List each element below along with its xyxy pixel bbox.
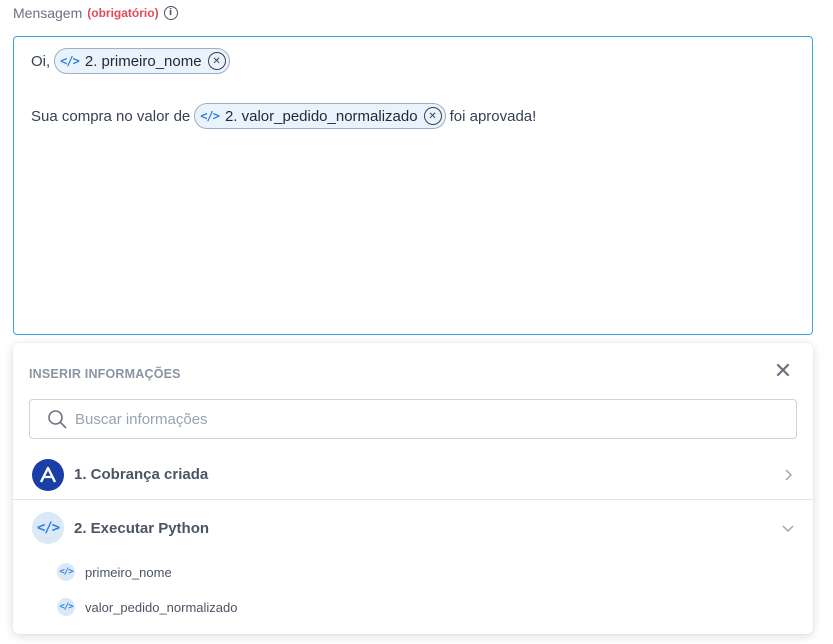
- code-icon: </>: [60, 54, 80, 68]
- editor-line-2: Sua compra no valor de </> 2. valor_pedi…: [31, 103, 536, 129]
- close-circle-icon[interactable]: ✕: [207, 52, 226, 70]
- field-label-text: Mensagem: [13, 5, 83, 21]
- variable-chip-primeiro-nome[interactable]: </> 2. primeiro_nome ✕: [54, 48, 230, 74]
- field-item-primeiro-nome[interactable]: </> primeiro_nome: [57, 563, 172, 581]
- field-item-label: valor_pedido_normalizado: [85, 599, 238, 615]
- step-executar-python[interactable]: </> 2. Executar Python: [13, 503, 813, 553]
- line-2-suffix: foi aprovada!: [449, 107, 537, 125]
- field-item-valor-pedido[interactable]: </> valor_pedido_normalizado: [57, 598, 238, 616]
- close-icon[interactable]: ✕: [773, 359, 793, 384]
- message-field-label: Mensagem (obrigatório) i: [13, 5, 178, 21]
- app-logo-icon: [32, 458, 64, 491]
- chip-label: 2. valor_pedido_normalizado: [224, 107, 418, 125]
- step-label: 2. Executar Python: [74, 519, 210, 537]
- step-cobranca-criada[interactable]: 1. Cobrança criada: [13, 450, 813, 500]
- variable-chip-valor-pedido[interactable]: </> 2. valor_pedido_normalizado ✕: [194, 103, 446, 129]
- code-icon: </>: [32, 512, 64, 544]
- line-1-prefix: Oi,: [31, 52, 51, 70]
- chip-label: 2. primeiro_nome: [84, 52, 202, 70]
- step-label: 1. Cobrança criada: [74, 466, 209, 483]
- search-input[interactable]: [75, 410, 755, 428]
- line-2-prefix: Sua compra no valor de: [31, 107, 191, 125]
- chevron-down-icon: [782, 525, 794, 532]
- search-box: [29, 399, 797, 439]
- editor-line-1: Oi, </> 2. primeiro_nome ✕: [31, 48, 234, 74]
- panel-title: INSERIR INFORMAÇÕES: [29, 367, 181, 381]
- message-editor[interactable]: Oi, </> 2. primeiro_nome ✕ Sua compra no…: [13, 36, 813, 335]
- code-icon: </>: [57, 563, 75, 581]
- code-icon: </>: [57, 598, 75, 616]
- code-icon: </>: [200, 109, 220, 123]
- insert-info-panel: INSERIR INFORMAÇÕES ✕ 1. Cobrança criada…: [13, 343, 813, 634]
- search-icon: [48, 410, 67, 429]
- field-item-label: primeiro_nome: [85, 564, 172, 580]
- info-icon[interactable]: i: [163, 6, 178, 20]
- required-indicator: (obrigatório): [87, 6, 159, 20]
- chevron-right-icon: [785, 469, 792, 480]
- close-circle-icon[interactable]: ✕: [423, 107, 442, 125]
